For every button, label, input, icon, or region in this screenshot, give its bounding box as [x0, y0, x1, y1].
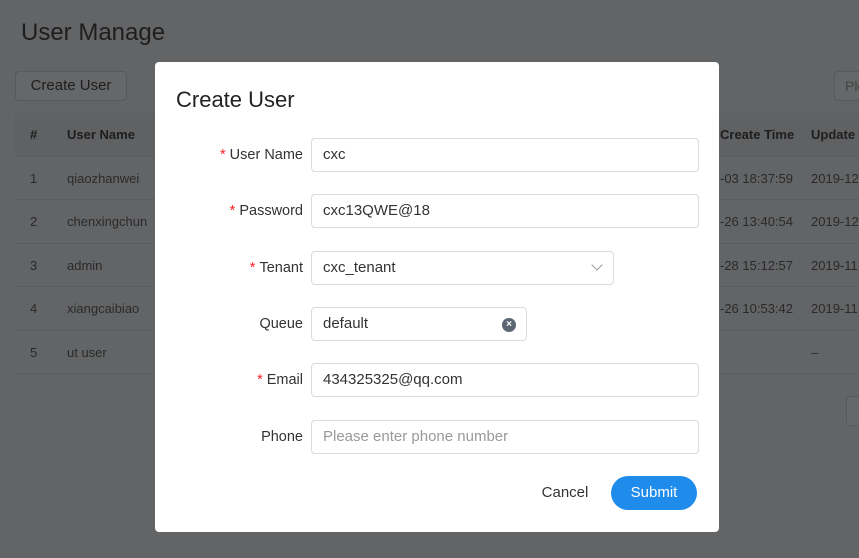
cell-index: 4 — [30, 301, 38, 316]
required-mark: * — [220, 147, 226, 163]
label-text: Password — [239, 203, 303, 219]
chevron-down-icon — [591, 259, 603, 271]
email-label: * Email — [257, 372, 303, 388]
queue-label: Queue — [259, 316, 303, 332]
required-mark: * — [249, 260, 256, 276]
cell-name: ut user — [67, 344, 107, 360]
header-update-time: Update Time — [811, 127, 859, 142]
dialog-title: Create User — [176, 87, 295, 112]
cell-create: -26 10:53:42 — [720, 301, 794, 316]
header-index: # — [30, 127, 38, 142]
cell-create: -26 13:40:54 — [720, 214, 794, 229]
cell-index: 3 — [30, 257, 38, 273]
cell-update: 2019-12 — [811, 214, 859, 229]
phone-label: Phone — [261, 429, 303, 445]
username-label: * User Name — [220, 147, 303, 163]
password-label: * Password — [230, 203, 303, 219]
cell-name: qiaozhanwei — [67, 170, 140, 186]
queue-select[interactable]: default × — [311, 307, 527, 341]
queue-value: default — [323, 315, 369, 332]
username-input[interactable]: cxc — [311, 138, 699, 172]
create-user-button[interactable]: Create User — [15, 71, 127, 101]
cancel-button[interactable]: Cancel — [530, 476, 600, 510]
cell-name: xiangcaibiao — [67, 301, 140, 316]
pagination-button[interactable] — [846, 396, 859, 426]
cell-update: 2019-12 — [811, 170, 859, 186]
password-input[interactable]: cxc13QWE@18 — [311, 194, 699, 228]
page-title: User Manage — [21, 19, 166, 46]
cell-index: 2 — [30, 214, 38, 229]
label-text: Phone — [261, 429, 303, 445]
cell-update: 2019-11 — [811, 257, 858, 273]
tenant-select[interactable]: cxc_tenant — [311, 251, 614, 285]
cell-update: 2019-11 — [811, 301, 858, 316]
cell-name: admin — [67, 257, 103, 273]
header-create-time: Create Time — [720, 127, 795, 142]
cell-create: -03 18:37:59 — [720, 170, 794, 186]
label-text: User Name — [229, 147, 303, 163]
required-mark: * — [257, 372, 263, 388]
label-text: Email — [266, 372, 303, 388]
cell-index: 1 — [30, 170, 38, 186]
clear-icon[interactable]: × — [502, 318, 516, 332]
cell-name: chenxingchun — [67, 214, 148, 229]
cell-create: -28 15:12:57 — [720, 257, 794, 273]
cell-index: 5 — [30, 344, 38, 360]
create-user-dialog: Create User * User Name cxc * Password cxc… — [155, 62, 719, 532]
tenant-value: cxc_tenant — [323, 259, 396, 276]
submit-button[interactable]: Submit — [611, 476, 697, 510]
cell-update: – — [811, 344, 819, 360]
search-input[interactable]: Please enter keyword — [834, 71, 859, 101]
phone-input[interactable]: Please enter phone number — [311, 420, 699, 454]
email-input[interactable]: 434325325@qq.com — [311, 363, 699, 397]
label-text: Tenant — [259, 260, 303, 276]
tenant-label: * Tenant — [250, 260, 303, 276]
label-text: Queue — [259, 316, 303, 332]
header-user-name: User Name — [67, 127, 135, 142]
required-mark: * — [229, 203, 236, 219]
